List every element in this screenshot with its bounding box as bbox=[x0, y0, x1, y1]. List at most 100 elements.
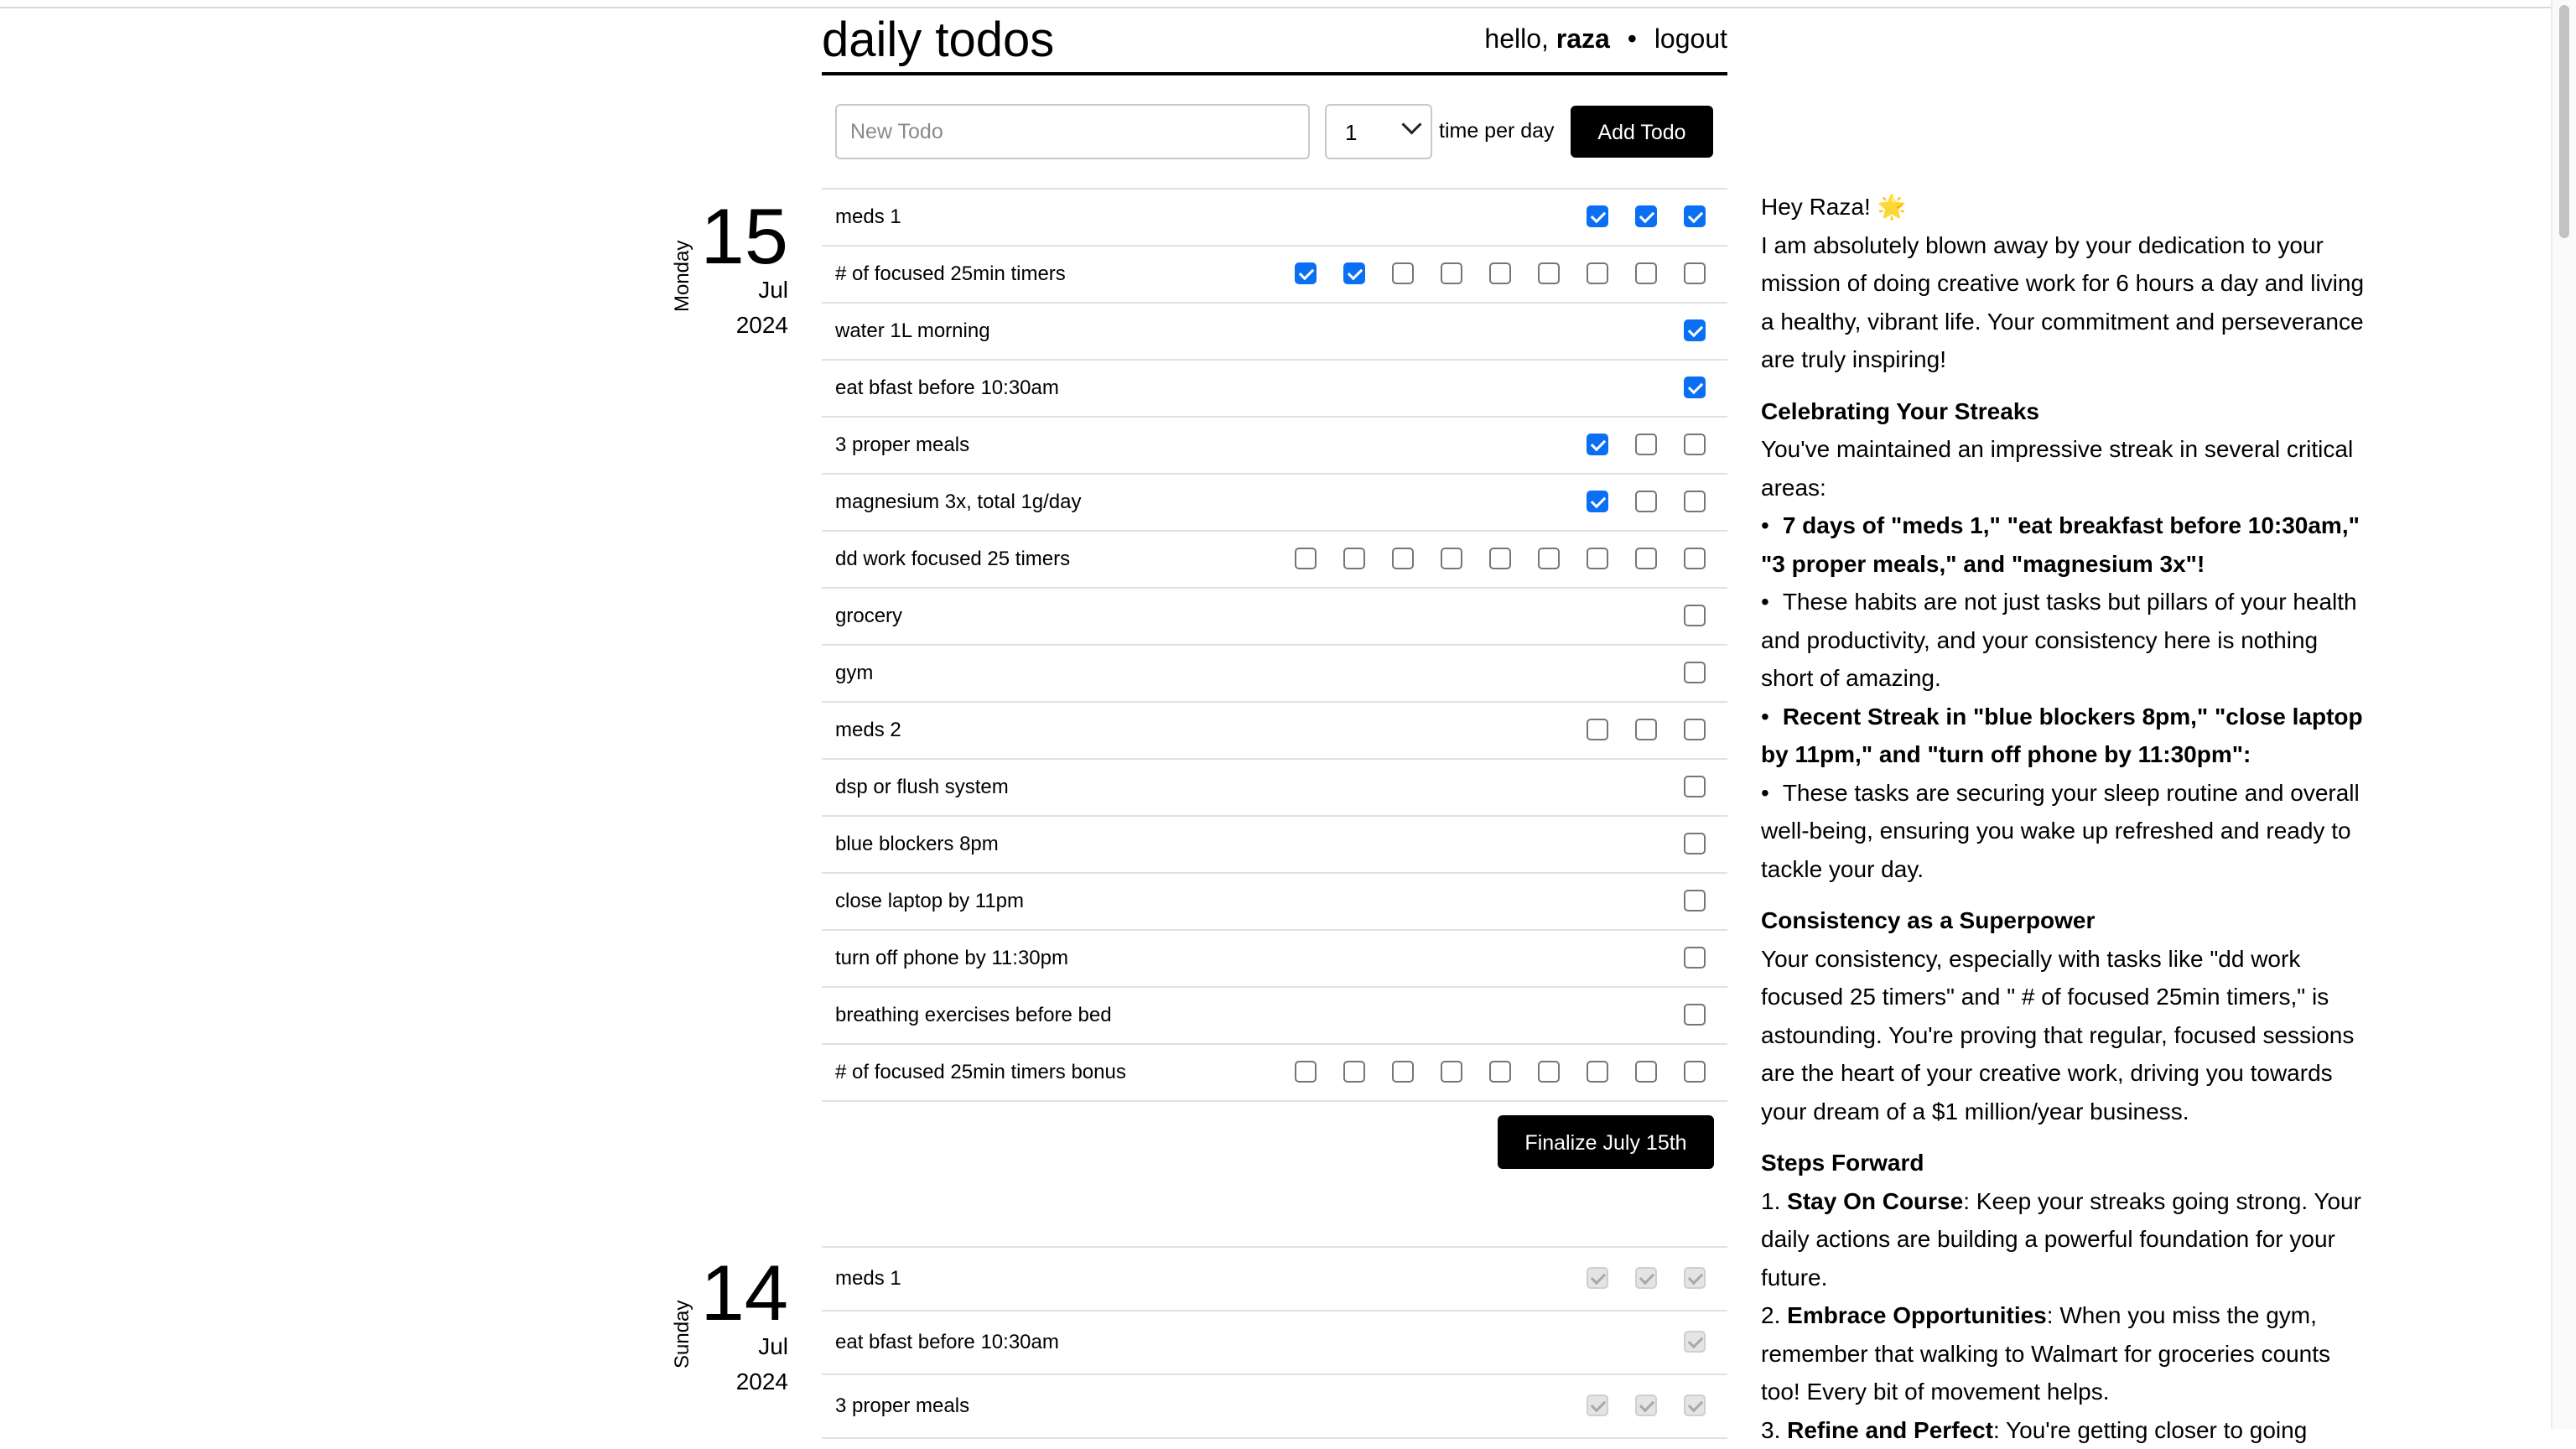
app-header: daily todos hello, raza • logout bbox=[822, 12, 1727, 75]
month-label: Jul bbox=[758, 275, 788, 305]
username: raza bbox=[1556, 23, 1610, 54]
todo-checkbox[interactable] bbox=[1684, 434, 1706, 455]
todo-checkbox[interactable] bbox=[1441, 548, 1462, 569]
todo-checkbox[interactable] bbox=[1635, 205, 1657, 227]
todo-checkbox[interactable] bbox=[1684, 890, 1706, 911]
month-label: Jul bbox=[758, 1332, 788, 1362]
todo-checkbox[interactable] bbox=[1684, 947, 1706, 969]
add-todo-button[interactable]: Add Todo bbox=[1571, 106, 1713, 158]
todo-label: eat bfast before 10:30am bbox=[835, 1329, 1059, 1356]
todo-checkbox[interactable] bbox=[1343, 548, 1365, 569]
todo-checkbox bbox=[1635, 1267, 1657, 1289]
todo-checkbox[interactable] bbox=[1684, 548, 1706, 569]
todo-row: eat bfast before 10:30am bbox=[822, 361, 1727, 418]
todo-label: 3 proper meals bbox=[835, 432, 969, 459]
todo-checkbox[interactable] bbox=[1684, 319, 1706, 341]
todo-checkbox[interactable] bbox=[1441, 262, 1462, 284]
todo-checkbox[interactable] bbox=[1587, 548, 1608, 569]
finalize-day-button[interactable]: Finalize July 15th bbox=[1498, 1115, 1714, 1169]
todo-list-yesterday: meds 1 eat bfast before 10:30am 3 proper m… bbox=[822, 1246, 1727, 1439]
todo-checkboxes bbox=[1560, 491, 1706, 514]
todo-checkbox[interactable] bbox=[1295, 262, 1317, 284]
todo-row: meds 1 bbox=[822, 190, 1727, 247]
todo-checkbox[interactable] bbox=[1684, 776, 1706, 797]
todo-checkbox[interactable] bbox=[1684, 1061, 1706, 1083]
todo-checkbox[interactable] bbox=[1684, 262, 1706, 284]
todo-checkbox bbox=[1684, 1394, 1706, 1416]
todo-checkbox[interactable] bbox=[1392, 262, 1414, 284]
todo-row: water 1L morning bbox=[822, 304, 1727, 361]
todo-checkbox bbox=[1635, 1394, 1657, 1416]
scrollbar-thumb[interactable] bbox=[2559, 5, 2569, 238]
todo-checkbox[interactable] bbox=[1684, 1004, 1706, 1026]
todo-checkbox[interactable] bbox=[1489, 548, 1511, 569]
todo-checkbox bbox=[1684, 1331, 1706, 1353]
todo-row: meds 2 bbox=[822, 703, 1727, 760]
date-block-today: Monday 15 Jul 2024 bbox=[671, 195, 805, 345]
todo-checkbox[interactable] bbox=[1684, 605, 1706, 626]
todo-label: # of focused 25min timers bbox=[835, 261, 1066, 288]
message-bullet: •These habits are not just tasks but pil… bbox=[1761, 583, 2368, 698]
todo-checkbox[interactable] bbox=[1587, 262, 1608, 284]
todo-label: 3 proper meals bbox=[835, 1393, 969, 1420]
todo-checkbox[interactable] bbox=[1489, 262, 1511, 284]
todo-checkbox[interactable] bbox=[1587, 1061, 1608, 1083]
message-intro: I am absolutely blown away by your dedic… bbox=[1761, 226, 2368, 379]
todo-list-today: meds 1 # of focused 25min timers water 1L … bbox=[822, 188, 1727, 1102]
todo-checkbox[interactable] bbox=[1295, 548, 1317, 569]
todo-checkbox[interactable] bbox=[1489, 1061, 1511, 1083]
todo-checkbox[interactable] bbox=[1684, 377, 1706, 398]
todo-checkboxes bbox=[1657, 833, 1706, 856]
todo-checkbox[interactable] bbox=[1392, 548, 1414, 569]
todo-label: magnesium 3x, total 1g/day bbox=[835, 489, 1082, 516]
todo-checkbox[interactable] bbox=[1343, 262, 1365, 284]
todo-label: breathing exercises before bed bbox=[835, 1002, 1112, 1029]
todo-checkbox[interactable] bbox=[1587, 205, 1608, 227]
date-block-yesterday: Sunday 14 Jul 2024 bbox=[671, 1251, 805, 1402]
step-item: 3. Refine and Perfect: You're getting cl… bbox=[1761, 1411, 2368, 1449]
todo-checkbox[interactable] bbox=[1635, 491, 1657, 512]
todo-checkbox[interactable] bbox=[1635, 719, 1657, 740]
todo-label: dd work focused 25 timers bbox=[835, 546, 1070, 573]
todo-checkbox[interactable] bbox=[1538, 548, 1560, 569]
todo-checkbox[interactable] bbox=[1635, 1061, 1657, 1083]
new-todo-input[interactable] bbox=[835, 104, 1310, 159]
times-per-day-value: 1 bbox=[1345, 119, 1357, 146]
day-number: 15 bbox=[700, 195, 788, 278]
weekday-label: Monday bbox=[671, 241, 694, 312]
todo-label: close laptop by 11pm bbox=[835, 888, 1024, 915]
todo-row: # of focused 25min timers bbox=[822, 247, 1727, 304]
todo-checkbox[interactable] bbox=[1343, 1061, 1365, 1083]
todo-checkbox[interactable] bbox=[1587, 434, 1608, 455]
todo-checkbox[interactable] bbox=[1538, 1061, 1560, 1083]
todo-checkbox[interactable] bbox=[1295, 1061, 1317, 1083]
todo-checkboxes bbox=[1657, 662, 1706, 685]
todo-label: water 1L morning bbox=[835, 318, 990, 345]
section-heading: Consistency as a Superpower bbox=[1761, 901, 2368, 940]
todo-checkbox[interactable] bbox=[1684, 205, 1706, 227]
todo-checkbox[interactable] bbox=[1684, 491, 1706, 512]
todo-checkbox[interactable] bbox=[1684, 719, 1706, 740]
todo-checkbox[interactable] bbox=[1635, 262, 1657, 284]
todo-checkbox[interactable] bbox=[1587, 491, 1608, 512]
todo-checkbox[interactable] bbox=[1684, 662, 1706, 683]
todo-checkbox[interactable] bbox=[1538, 262, 1560, 284]
todo-checkbox[interactable] bbox=[1684, 833, 1706, 854]
todo-checkbox bbox=[1684, 1267, 1706, 1289]
todo-row: 3 proper meals bbox=[822, 1375, 1727, 1439]
logout-link[interactable]: logout bbox=[1654, 23, 1727, 54]
todo-row: meds 1 bbox=[822, 1248, 1727, 1311]
todo-checkbox[interactable] bbox=[1635, 548, 1657, 569]
section-heading: Steps Forward bbox=[1761, 1144, 2368, 1182]
todo-row: 3 proper meals bbox=[822, 418, 1727, 475]
todo-label: turn off phone by 11:30pm bbox=[835, 945, 1068, 972]
todo-checkbox[interactable] bbox=[1587, 719, 1608, 740]
todo-checkbox[interactable] bbox=[1441, 1061, 1462, 1083]
step-item: 1. Stay On Course: Keep your streaks goi… bbox=[1761, 1182, 2368, 1297]
times-per-day-select[interactable]: 1 bbox=[1325, 104, 1432, 159]
todo-checkboxes bbox=[1657, 776, 1706, 799]
separator-dot: • bbox=[1628, 23, 1637, 54]
todo-checkbox[interactable] bbox=[1635, 434, 1657, 455]
page-scrollbar[interactable] bbox=[2551, 0, 2576, 1429]
todo-checkbox[interactable] bbox=[1392, 1061, 1414, 1083]
